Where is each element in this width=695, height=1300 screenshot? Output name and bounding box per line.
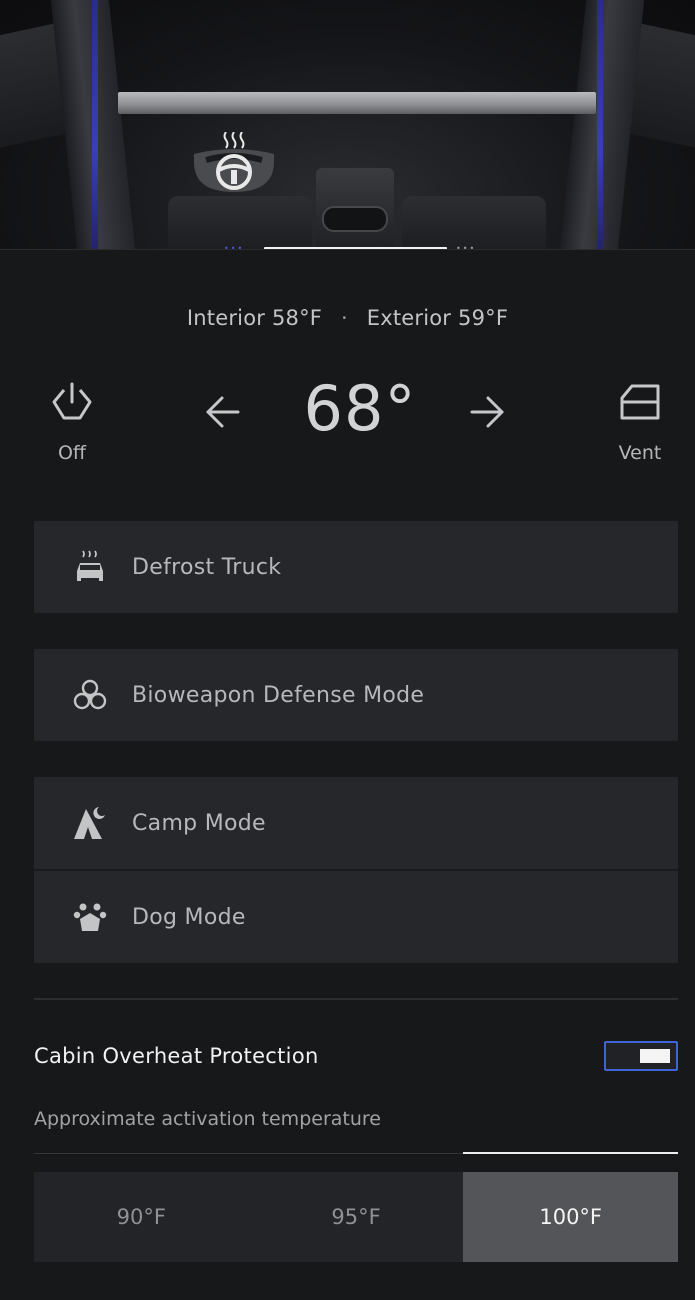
camp-mode-button[interactable]: Camp Mode [34,777,678,869]
temp-option-100[interactable]: 100°F [463,1172,679,1262]
tent-icon [74,807,105,839]
bioweapon-defense-button[interactable]: Bioweapon Defense Mode [34,649,678,741]
activation-temperature-active-indicator [463,1152,678,1154]
power-icon [52,382,92,420]
climate-power-button[interactable]: Off [40,380,104,464]
camp-mode-label: Camp Mode [132,810,266,836]
activation-temperature-label: Approximate activation temperature [34,1108,381,1130]
toggle-knob [640,1049,670,1063]
temperature-separator: · [340,306,348,330]
interior-temperature: Interior 58°F [186,306,323,330]
heated-steering-wheel-icon[interactable] [184,132,284,196]
defrost-truck-button[interactable]: Defrost Truck [34,521,678,613]
biohazard-icon [73,679,107,710]
defrost-truck-label: Defrost Truck [132,554,282,580]
hero-divider [0,249,695,250]
temperature-setpoint: 68° [303,372,417,445]
defrost-icon [77,550,103,581]
temp-option-95[interactable]: 95°F [249,1172,464,1262]
exterior-temperature: Exterior 59°F [366,306,509,330]
dog-mode-label: Dog Mode [132,904,246,930]
dog-mode-button[interactable]: Dog Mode [34,871,678,963]
ambient-light-left [92,0,98,250]
bioweapon-defense-label: Bioweapon Defense Mode [132,682,425,708]
cupholders [322,206,388,232]
section-divider [34,998,678,1000]
cabin-image: ••• ••• [0,0,695,250]
vent-icon [620,384,660,420]
vent-button[interactable]: Vent [608,380,672,464]
cabin-overheat-toggle[interactable] [604,1041,678,1071]
paw-icon [73,903,107,931]
ambient-light-right [597,0,603,250]
decrease-temperature-button[interactable] [200,390,244,434]
arrow-right-icon [470,396,504,428]
cabin-overheat-title: Cabin Overheat Protection [34,1044,319,1068]
increase-temperature-button[interactable] [466,390,510,434]
vent-label: Vent [618,442,662,464]
temp-option-90[interactable]: 90°F [34,1172,249,1262]
windshield-frame [118,92,596,114]
temperature-readout: Interior 58°F · Exterior 59°F [0,306,695,330]
activation-temperature-selector[interactable]: 90°F 95°F 100°F [34,1172,679,1262]
climate-power-label: Off [57,442,87,464]
arrow-left-icon [206,396,240,428]
